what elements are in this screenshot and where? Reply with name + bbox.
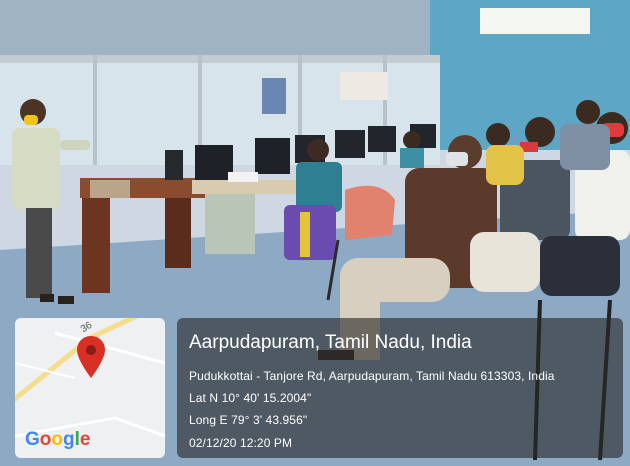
location-info-box: Aarpudapuram, Tamil Nadu, India Pudukkot… xyxy=(177,318,623,458)
monitor xyxy=(195,145,233,180)
location-title: Aarpudapuram, Tamil Nadu, India xyxy=(189,332,472,353)
google-letter: e xyxy=(79,429,91,450)
geotag-overlay: 36 Google Aarpudapuram, Tamil Nadu, Indi… xyxy=(15,318,623,458)
google-letter: o xyxy=(39,429,52,450)
longitude-text: Long E 79° 3' 43.956" xyxy=(189,413,308,427)
location-address: Pudukkottai - Tanjore Rd, Aarpudapuram, … xyxy=(189,369,555,383)
latitude-text: Lat N 10° 40' 15.2004" xyxy=(189,391,312,405)
photo: 36 Google Aarpudapuram, Tamil Nadu, Indi… xyxy=(0,0,630,466)
datetime-text: 02/12/20 12:20 PM xyxy=(189,436,293,450)
orange-chair xyxy=(345,185,395,240)
google-letter: G xyxy=(25,429,40,450)
google-letter: o xyxy=(51,429,63,450)
google-logo: Google xyxy=(25,429,90,451)
google-letter: g xyxy=(63,429,75,450)
map-thumbnail: 36 Google xyxy=(15,318,165,458)
